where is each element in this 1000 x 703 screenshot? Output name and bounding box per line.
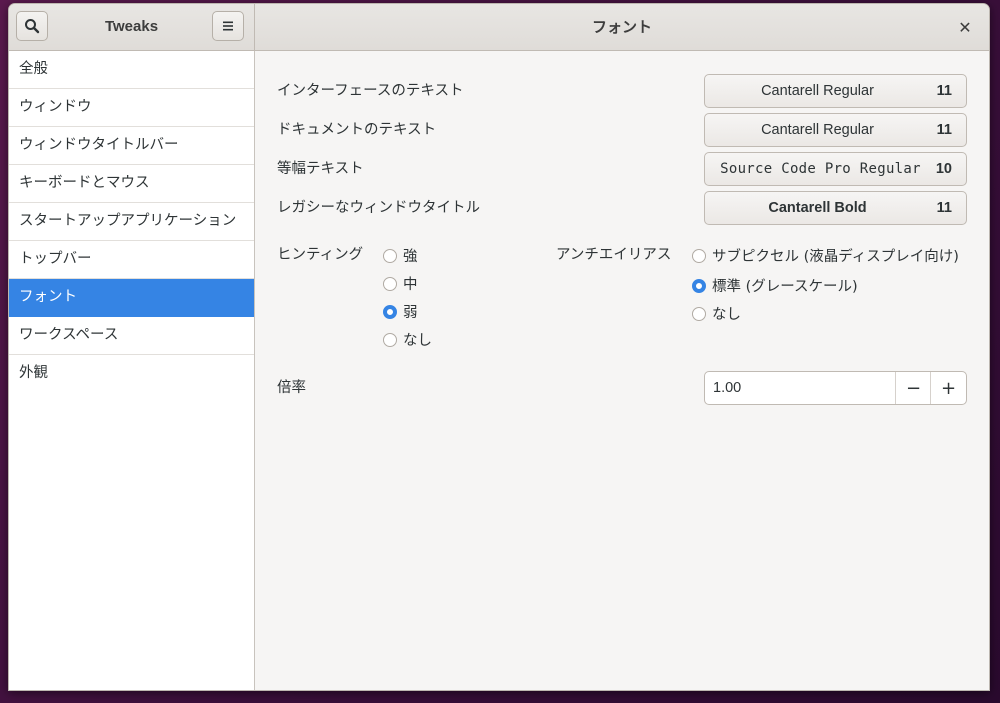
font-size: 10	[935, 161, 952, 177]
radio-label: 強	[403, 249, 418, 265]
radio-button[interactable]	[383, 276, 397, 291]
hinting-label: ヒンティング	[277, 247, 364, 263]
sidebar-item-label: ウィンドウ	[19, 99, 92, 115]
interface-text-label: インターフェースのテキスト	[277, 83, 464, 99]
radio-button[interactable]	[692, 306, 706, 321]
sidebar-item-label: ワークスペース	[19, 327, 119, 343]
sidebar-item-top-bar[interactable]: トップバー	[9, 241, 254, 279]
sidebar: 全般 ウィンドウ ウィンドウタイトルバー キーボードとマウス スタートアップアプ…	[9, 51, 255, 690]
legacy-window-titles-font-button[interactable]: Cantarell Bold 11	[704, 191, 967, 225]
radio-button-selected[interactable]	[383, 304, 397, 319]
sidebar-item-window-titlebars[interactable]: ウィンドウタイトルバー	[9, 127, 254, 165]
antialiasing-label: アンチエイリアス	[556, 247, 672, 263]
antialiasing-none-radio[interactable]: なし	[692, 303, 741, 324]
legacy-window-titles-row: レガシーなウィンドウタイトル Cantarell Bold 11	[277, 191, 967, 225]
hamburger-menu-icon	[223, 21, 233, 31]
hinting-none-radio[interactable]: なし	[383, 329, 432, 350]
plus-icon: +	[940, 377, 957, 399]
radio-button[interactable]	[692, 248, 706, 263]
sidebar-item-label: トップバー	[19, 251, 92, 267]
sidebar-item-keyboard-mouse[interactable]: キーボードとマウス	[9, 165, 254, 203]
legacy-window-titles-label: レガシーなウィンドウタイトル	[277, 200, 480, 216]
sidebar-item-startup-applications[interactable]: スタートアップアプリケーション	[9, 203, 254, 241]
radio-button-selected[interactable]	[692, 278, 706, 293]
minus-icon: −	[905, 377, 922, 399]
radio-label: サブピクセル (液晶ディスプレイ向け)	[712, 249, 959, 265]
sidebar-item-workspaces[interactable]: ワークスペース	[9, 317, 254, 355]
menu-button[interactable]	[212, 11, 244, 41]
scaling-factor-spinbutton[interactable]: 1.00 − +	[704, 371, 967, 405]
font-size: 11	[936, 83, 952, 99]
radio-label: なし	[712, 307, 741, 323]
scaling-factor-label: 倍率	[277, 380, 306, 396]
font-name: Cantarell Bold	[768, 200, 867, 216]
page-title: フォント	[591, 18, 652, 36]
antialiasing-standard-radio[interactable]: 標準 (グレースケール)	[692, 275, 858, 296]
close-icon: ✕	[958, 17, 972, 37]
monospace-text-font-button[interactable]: Source Code Pro Regular 10	[704, 152, 967, 186]
font-size: 11	[936, 200, 952, 216]
increase-button[interactable]: +	[930, 372, 966, 404]
radio-button[interactable]	[383, 332, 397, 347]
document-text-row: ドキュメントのテキスト Cantarell Regular 11	[277, 113, 967, 147]
sidebar-item-label: 外観	[19, 365, 48, 381]
interface-text-row: インターフェースのテキスト Cantarell Regular 11	[277, 74, 967, 108]
monospace-text-label: 等幅テキスト	[277, 161, 364, 177]
document-text-label: ドキュメントのテキスト	[277, 122, 437, 138]
decrease-button[interactable]: −	[895, 372, 931, 404]
hinting-slight-radio[interactable]: 弱	[383, 301, 418, 322]
tweaks-window: Tweaks フォント ✕ 全般 ウィンドウ ウィンドウタイトルバー キーボード…	[8, 3, 990, 691]
sidebar-item-appearance[interactable]: 外観	[9, 355, 254, 392]
sidebar-item-label: フォント	[19, 289, 77, 305]
sidebar-item-label: 全般	[19, 61, 48, 77]
radio-label: 中	[403, 277, 418, 293]
sidebar-item-fonts[interactable]: フォント	[9, 279, 254, 317]
monospace-text-row: 等幅テキスト Source Code Pro Regular 10	[277, 152, 967, 186]
sidebar-item-label: キーボードとマウス	[19, 175, 150, 191]
fonts-panel: インターフェースのテキスト Cantarell Regular 11 ドキュメン…	[255, 51, 989, 690]
radio-button[interactable]	[383, 248, 397, 263]
content-header: フォント ✕	[255, 4, 989, 51]
sidebar-item-label: ウィンドウタイトルバー	[19, 137, 179, 153]
font-name: Source Code Pro Regular	[720, 161, 921, 177]
sidebar-item-label: スタートアップアプリケーション	[19, 213, 237, 229]
sidebar-header: Tweaks	[9, 4, 255, 51]
antialiasing-subpixel-radio[interactable]: サブピクセル (液晶ディスプレイ向け)	[692, 245, 959, 266]
radio-label: 標準 (グレースケール)	[712, 279, 858, 295]
interface-text-font-button[interactable]: Cantarell Regular 11	[704, 74, 967, 108]
hinting-full-radio[interactable]: 強	[383, 245, 418, 266]
font-name: Cantarell Regular	[761, 83, 874, 99]
radio-label: 弱	[403, 305, 418, 321]
radio-label: なし	[403, 333, 432, 349]
sidebar-item-windows[interactable]: ウィンドウ	[9, 89, 254, 127]
font-name: Cantarell Regular	[761, 122, 874, 138]
font-size: 11	[936, 122, 952, 138]
scaling-factor-value[interactable]: 1.00	[713, 372, 741, 404]
sidebar-item-general[interactable]: 全般	[9, 51, 254, 89]
hinting-medium-radio[interactable]: 中	[383, 273, 418, 294]
close-button[interactable]: ✕	[955, 17, 975, 37]
document-text-font-button[interactable]: Cantarell Regular 11	[704, 113, 967, 147]
